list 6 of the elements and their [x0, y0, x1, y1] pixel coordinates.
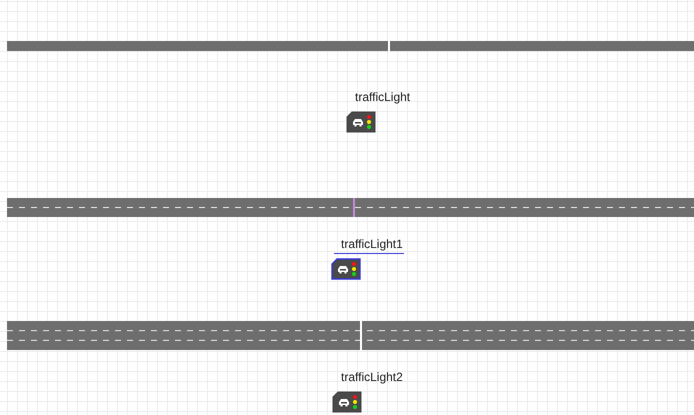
traffic-light-icon[interactable] — [332, 391, 362, 413]
object-label: trafficLight2 — [340, 370, 404, 386]
object-label: trafficLight1 — [334, 237, 404, 254]
traffic-light-icon[interactable] — [346, 111, 376, 133]
traffic-light-icon[interactable] — [331, 258, 361, 280]
object-label: trafficLight — [354, 90, 412, 106]
